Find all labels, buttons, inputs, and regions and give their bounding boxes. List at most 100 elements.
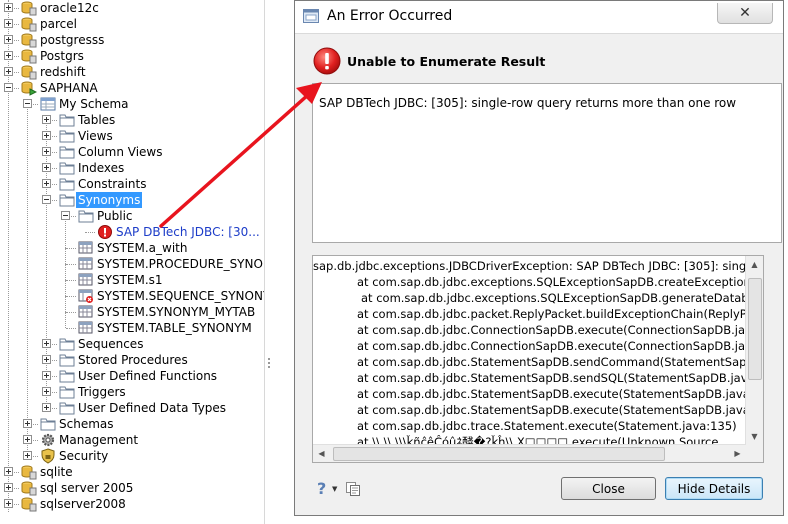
horizontal-scroll-thumb[interactable]: [333, 447, 665, 461]
chevron-down-icon[interactable]: ▼: [332, 485, 337, 493]
tree-item[interactable]: parcel: [0, 16, 264, 32]
tree-item[interactable]: Tables: [0, 112, 264, 128]
tree-item[interactable]: Security: [0, 448, 264, 464]
expand-icon[interactable]: [42, 355, 51, 364]
expand-icon[interactable]: [42, 131, 51, 140]
error-icon: [97, 224, 113, 240]
expand-icon[interactable]: [42, 163, 51, 172]
expand-icon[interactable]: [42, 403, 51, 412]
tree-item[interactable]: User Defined Data Types: [0, 400, 264, 416]
tree-item[interactable]: Triggers: [0, 384, 264, 400]
scroll-up-icon[interactable]: ▲: [746, 256, 763, 273]
tree-item[interactable]: Public: [0, 208, 264, 224]
close-button[interactable]: Close: [561, 477, 656, 500]
scroll-right-icon[interactable]: ▶: [729, 445, 746, 462]
gear-icon: [40, 432, 56, 448]
tree-item[interactable]: Synonyms: [0, 192, 264, 208]
tree-item[interactable]: Constraints: [0, 176, 264, 192]
expand-icon[interactable]: [4, 499, 13, 508]
tree-item[interactable]: SYSTEM.s1: [0, 272, 264, 288]
stack-trace-line: at com.sap.db.jdbc.StatementSapDB.execut…: [357, 403, 745, 417]
expand-icon[interactable]: [4, 3, 13, 12]
tree-item[interactable]: Indexes: [0, 160, 264, 176]
tree-item[interactable]: Views: [0, 128, 264, 144]
tree-item[interactable]: SYSTEM.a_with: [0, 240, 264, 256]
tree-item-label: sqlite: [40, 465, 73, 479]
tree-item-label: Indexes: [78, 161, 125, 175]
expand-icon[interactable]: [4, 19, 13, 28]
tree-item-label: SYSTEM.PROCEDURE_SYNONYM: [97, 257, 264, 271]
tree-item[interactable]: User Defined Functions: [0, 368, 264, 384]
folder-icon: [59, 160, 75, 176]
tree-item[interactable]: Schemas: [0, 416, 264, 432]
close-window-button[interactable]: ✕: [717, 3, 773, 24]
expand-icon[interactable]: [42, 339, 51, 348]
collapse-icon[interactable]: [61, 211, 70, 220]
synonym-table-icon: [78, 240, 94, 256]
collapse-icon[interactable]: [4, 83, 13, 92]
dialog-title: An Error Occurred: [327, 8, 453, 24]
tree-item-label: SYSTEM.s1: [97, 273, 163, 287]
tree-item[interactable]: My Schema: [0, 96, 264, 112]
vertical-scroll-thumb[interactable]: [748, 278, 762, 380]
collapse-icon[interactable]: [42, 195, 51, 204]
expand-icon[interactable]: [42, 115, 51, 124]
tree-item[interactable]: redshift: [0, 64, 264, 80]
tree-item-label: SYSTEM.a_with: [97, 241, 188, 255]
tree-item[interactable]: Stored Procedures: [0, 352, 264, 368]
panel-splitter[interactable]: [264, 0, 294, 524]
expand-icon[interactable]: [23, 451, 32, 460]
collapse-icon[interactable]: [23, 99, 32, 108]
security-icon: [40, 448, 56, 464]
tree-item-label: postgresss: [40, 33, 105, 47]
expand-icon[interactable]: [23, 435, 32, 444]
connection-tree[interactable]: oracle12c parcel postgresss Postgrs redshift…: [0, 0, 264, 524]
expand-icon[interactable]: [23, 419, 32, 428]
folder-icon: [40, 416, 56, 432]
dialog-titlebar[interactable]: An Error Occurred ✕: [295, 1, 783, 34]
tree-item[interactable]: sql server 2005: [0, 480, 264, 496]
expand-icon[interactable]: [42, 371, 51, 380]
expand-icon[interactable]: [4, 51, 13, 60]
horizontal-scrollbar[interactable]: ◀ ▶: [313, 444, 746, 462]
tree-item[interactable]: sqlserver2008: [0, 496, 264, 512]
folder-icon: [59, 144, 75, 160]
tree-item[interactable]: SYSTEM.TABLE_SYNONYM: [0, 320, 264, 336]
scroll-down-icon[interactable]: ▼: [746, 428, 763, 445]
splitter-grip[interactable]: [268, 358, 270, 368]
tree-item-label: SYSTEM.SEQUENCE_SYNONYM: [97, 289, 264, 303]
tree-item[interactable]: Sequences: [0, 336, 264, 352]
stack-trace-box[interactable]: sap.db.jdbc.exceptions.JDBCDriverExcepti…: [312, 255, 764, 463]
tree-item[interactable]: Management: [0, 432, 264, 448]
tree-item[interactable]: Postgrs: [0, 48, 264, 64]
tree-item[interactable]: SAP DBTech JDBC: [30...: [0, 224, 264, 240]
error-message-box[interactable]: SAP DBTech JDBC: [305]: single-row query…: [312, 83, 782, 243]
tree-item[interactable]: SAPHANA: [0, 80, 264, 96]
tree-item[interactable]: sqlite: [0, 464, 264, 480]
help-icon[interactable]: ?: [317, 479, 326, 498]
expand-icon[interactable]: [4, 483, 13, 492]
hide-details-button[interactable]: Hide Details: [665, 477, 763, 500]
expand-icon[interactable]: [4, 35, 13, 44]
vertical-scrollbar[interactable]: ▲ ▼: [745, 256, 763, 445]
tree-item-label: redshift: [40, 65, 86, 79]
tree-item[interactable]: Column Views: [0, 144, 264, 160]
scroll-left-icon[interactable]: ◀: [313, 445, 330, 462]
tree-item[interactable]: oracle12c: [0, 0, 264, 16]
tree-item-label: Column Views: [78, 145, 163, 159]
copy-icon[interactable]: [345, 481, 361, 497]
expand-icon[interactable]: [4, 67, 13, 76]
expand-icon[interactable]: [42, 387, 51, 396]
tree-item[interactable]: SYSTEM.SEQUENCE_SYNONYM: [0, 288, 264, 304]
tree-item[interactable]: SYSTEM.SYNONYM_MYTAB: [0, 304, 264, 320]
tree-item-label: sqlserver2008: [40, 497, 126, 511]
tree-item-label: sql server 2005: [40, 481, 134, 495]
synonym-table-icon: [78, 272, 94, 288]
expand-icon[interactable]: [42, 147, 51, 156]
tree-item-label: Sequences: [78, 337, 144, 351]
expand-icon[interactable]: [4, 467, 13, 476]
expand-icon[interactable]: [42, 179, 51, 188]
database-connected-icon: [21, 80, 38, 96]
tree-item[interactable]: SYSTEM.PROCEDURE_SYNONYM: [0, 256, 264, 272]
tree-item[interactable]: postgresss: [0, 32, 264, 48]
